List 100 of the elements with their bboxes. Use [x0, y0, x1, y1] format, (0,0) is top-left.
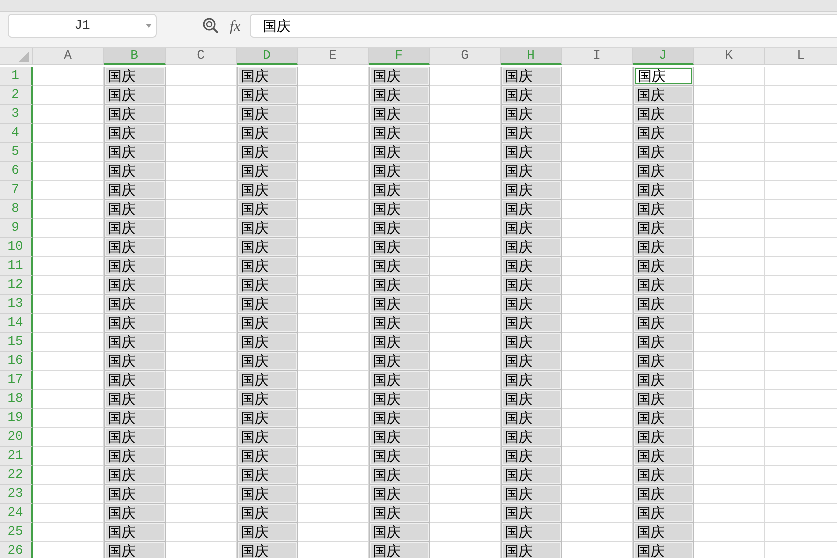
zoom-icon[interactable]	[202, 17, 220, 35]
table-cell[interactable]: 国庆	[239, 163, 296, 179]
table-cell[interactable]	[694, 219, 765, 238]
table-cell[interactable]: 国庆	[106, 182, 164, 198]
table-cell[interactable]: 国庆	[106, 372, 164, 388]
table-cell[interactable]: 国庆	[503, 391, 560, 407]
table-cell[interactable]: 国庆	[106, 467, 164, 483]
table-cell[interactable]: 国庆	[371, 163, 428, 179]
table-cell[interactable]: 国庆	[503, 68, 560, 84]
table-cell[interactable]: 国庆	[106, 163, 164, 179]
table-cell[interactable]: 国庆	[371, 68, 428, 84]
table-cell[interactable]: 国庆	[371, 296, 428, 312]
table-cell[interactable]: 国庆	[635, 505, 692, 521]
table-cell[interactable]: 国庆	[635, 258, 692, 274]
table-cell[interactable]: 国庆	[371, 467, 428, 483]
table-cell[interactable]: 国庆	[239, 239, 296, 255]
table-cell[interactable]: 国庆	[239, 448, 296, 464]
table-cell[interactable]: 国庆	[239, 467, 296, 483]
table-cell[interactable]: 国庆	[503, 505, 560, 521]
table-cell[interactable]: 国庆	[106, 448, 164, 464]
column-header[interactable]: L	[765, 48, 837, 65]
table-cell[interactable]	[694, 295, 765, 314]
table-cell[interactable]: 国庆	[635, 277, 692, 293]
table-cell[interactable]: 国庆	[239, 277, 296, 293]
table-cell[interactable]: 国庆	[635, 220, 692, 236]
table-cell[interactable]	[694, 162, 765, 181]
table-cell[interactable]	[694, 523, 765, 542]
table-cell[interactable]: 国庆	[106, 220, 164, 236]
table-cell[interactable]: 国庆	[239, 201, 296, 217]
table-cell[interactable]: 国庆	[635, 410, 692, 426]
table-cell[interactable]: 国庆	[635, 144, 692, 160]
table-cell[interactable]: 国庆	[106, 87, 164, 103]
table-cell[interactable]	[694, 409, 765, 428]
table-cell[interactable]	[694, 314, 765, 333]
table-cell[interactable]: 国庆	[371, 220, 428, 236]
table-cell[interactable]: 国庆	[635, 68, 692, 84]
table-cell[interactable]: 国庆	[503, 163, 560, 179]
table-cell[interactable]: 国庆	[635, 106, 692, 122]
table-cell[interactable]: 国庆	[503, 353, 560, 369]
table-cell[interactable]: 国庆	[239, 87, 296, 103]
table-cell[interactable]: 国庆	[635, 201, 692, 217]
table-cell[interactable]	[694, 390, 765, 409]
table-cell[interactable]: 国庆	[635, 87, 692, 103]
table-cell[interactable]	[694, 447, 765, 466]
table-cell[interactable]: 国庆	[635, 125, 692, 141]
table-cell[interactable]: 国庆	[106, 410, 164, 426]
table-cell[interactable]: 国庆	[239, 353, 296, 369]
table-cell[interactable]: 国庆	[371, 505, 428, 521]
table-cell[interactable]	[694, 333, 765, 352]
table-cell[interactable]: 国庆	[106, 315, 164, 331]
table-cell[interactable]: 国庆	[239, 524, 296, 540]
table-cell[interactable]: 国庆	[503, 201, 560, 217]
table-cell[interactable]: 国庆	[503, 125, 560, 141]
table-cell[interactable]: 国庆	[503, 144, 560, 160]
table-cell[interactable]: 国庆	[503, 429, 560, 445]
table-cell[interactable]: 国庆	[106, 334, 164, 350]
table-cell[interactable]: 国庆	[503, 543, 560, 558]
dropdown-caret-icon[interactable]	[146, 24, 152, 28]
table-cell[interactable]	[694, 67, 765, 86]
table-cell[interactable]: 国庆	[239, 372, 296, 388]
table-cell[interactable]: 国庆	[371, 125, 428, 141]
table-cell[interactable]: 国庆	[106, 296, 164, 312]
select-all-corner[interactable]	[0, 48, 33, 65]
table-cell[interactable]: 国庆	[503, 524, 560, 540]
table-cell[interactable]: 国庆	[106, 543, 164, 558]
table-cell[interactable]: 国庆	[239, 391, 296, 407]
table-cell[interactable]	[694, 276, 765, 295]
table-cell[interactable]: 国庆	[239, 220, 296, 236]
table-cell[interactable]	[694, 124, 765, 143]
table-cell[interactable]	[694, 371, 765, 390]
function-label[interactable]: fx	[230, 16, 241, 38]
table-cell[interactable]: 国庆	[371, 410, 428, 426]
table-cell[interactable]: 国庆	[371, 543, 428, 558]
table-cell[interactable]: 国庆	[371, 391, 428, 407]
table-cell[interactable]: 国庆	[503, 296, 560, 312]
table-cell[interactable]: 国庆	[239, 505, 296, 521]
table-cell[interactable]: 国庆	[635, 163, 692, 179]
table-cell[interactable]	[694, 238, 765, 257]
table-cell[interactable]: 国庆	[239, 144, 296, 160]
column-header[interactable]: C	[166, 48, 237, 65]
table-cell[interactable]: 国庆	[635, 524, 692, 540]
table-cell[interactable]	[694, 257, 765, 276]
table-cell[interactable]: 国庆	[371, 277, 428, 293]
table-cell[interactable]: 国庆	[635, 239, 692, 255]
table-cell[interactable]: 国庆	[503, 220, 560, 236]
table-cell[interactable]	[694, 105, 765, 124]
table-cell[interactable]: 国庆	[106, 201, 164, 217]
table-cell[interactable]: 国庆	[503, 448, 560, 464]
table-cell[interactable]: 国庆	[503, 410, 560, 426]
table-cell[interactable]: 国庆	[371, 239, 428, 255]
table-cell[interactable]: 国庆	[635, 429, 692, 445]
table-cell[interactable]: 国庆	[371, 87, 428, 103]
table-cell[interactable]: 国庆	[106, 429, 164, 445]
table-cell[interactable]: 国庆	[371, 106, 428, 122]
table-cell[interactable]	[694, 86, 765, 105]
table-cell[interactable]	[694, 485, 765, 504]
table-cell[interactable]	[694, 504, 765, 523]
table-cell[interactable]: 国庆	[239, 296, 296, 312]
table-cell[interactable]: 国庆	[371, 486, 428, 502]
table-cell[interactable]: 国庆	[371, 315, 428, 331]
